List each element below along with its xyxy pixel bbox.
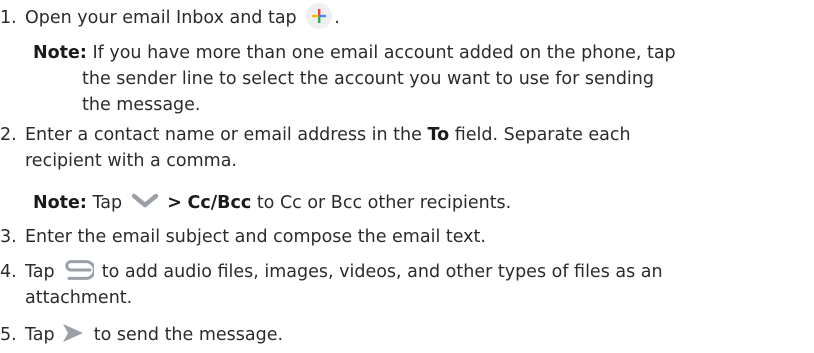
step-number: 5. xyxy=(0,325,17,345)
step-number: 2. xyxy=(0,125,17,145)
step-number: 4. xyxy=(0,262,17,282)
to-field-label: To xyxy=(427,125,450,145)
step-text: Enter a contact name or email address in… xyxy=(25,125,631,171)
note-account: Note: If you have more than one email ac… xyxy=(33,43,676,115)
step-text: Tap to add audio files, images, videos, … xyxy=(25,260,663,308)
send-icon xyxy=(62,323,84,343)
step-text: Open your email Inbox and tap . xyxy=(25,3,810,31)
step-text: Tap to send the message. xyxy=(25,323,284,345)
step-text: Enter the email subject and compose the … xyxy=(25,227,486,247)
instruction-document: 1. Open your email Inbox and tap . Note:… xyxy=(0,0,814,353)
paperclip-icon xyxy=(62,260,97,280)
note-label: Note: xyxy=(33,43,87,63)
plus-icon xyxy=(306,3,333,29)
note-label: Note: xyxy=(33,193,87,213)
step-number: 1. xyxy=(0,8,17,28)
chevron-down-icon xyxy=(130,192,160,210)
step-number: 3. xyxy=(0,227,17,247)
note-cc-bcc: Note: Tap > Cc/Bcc to Cc or Bcc other re… xyxy=(33,192,512,213)
